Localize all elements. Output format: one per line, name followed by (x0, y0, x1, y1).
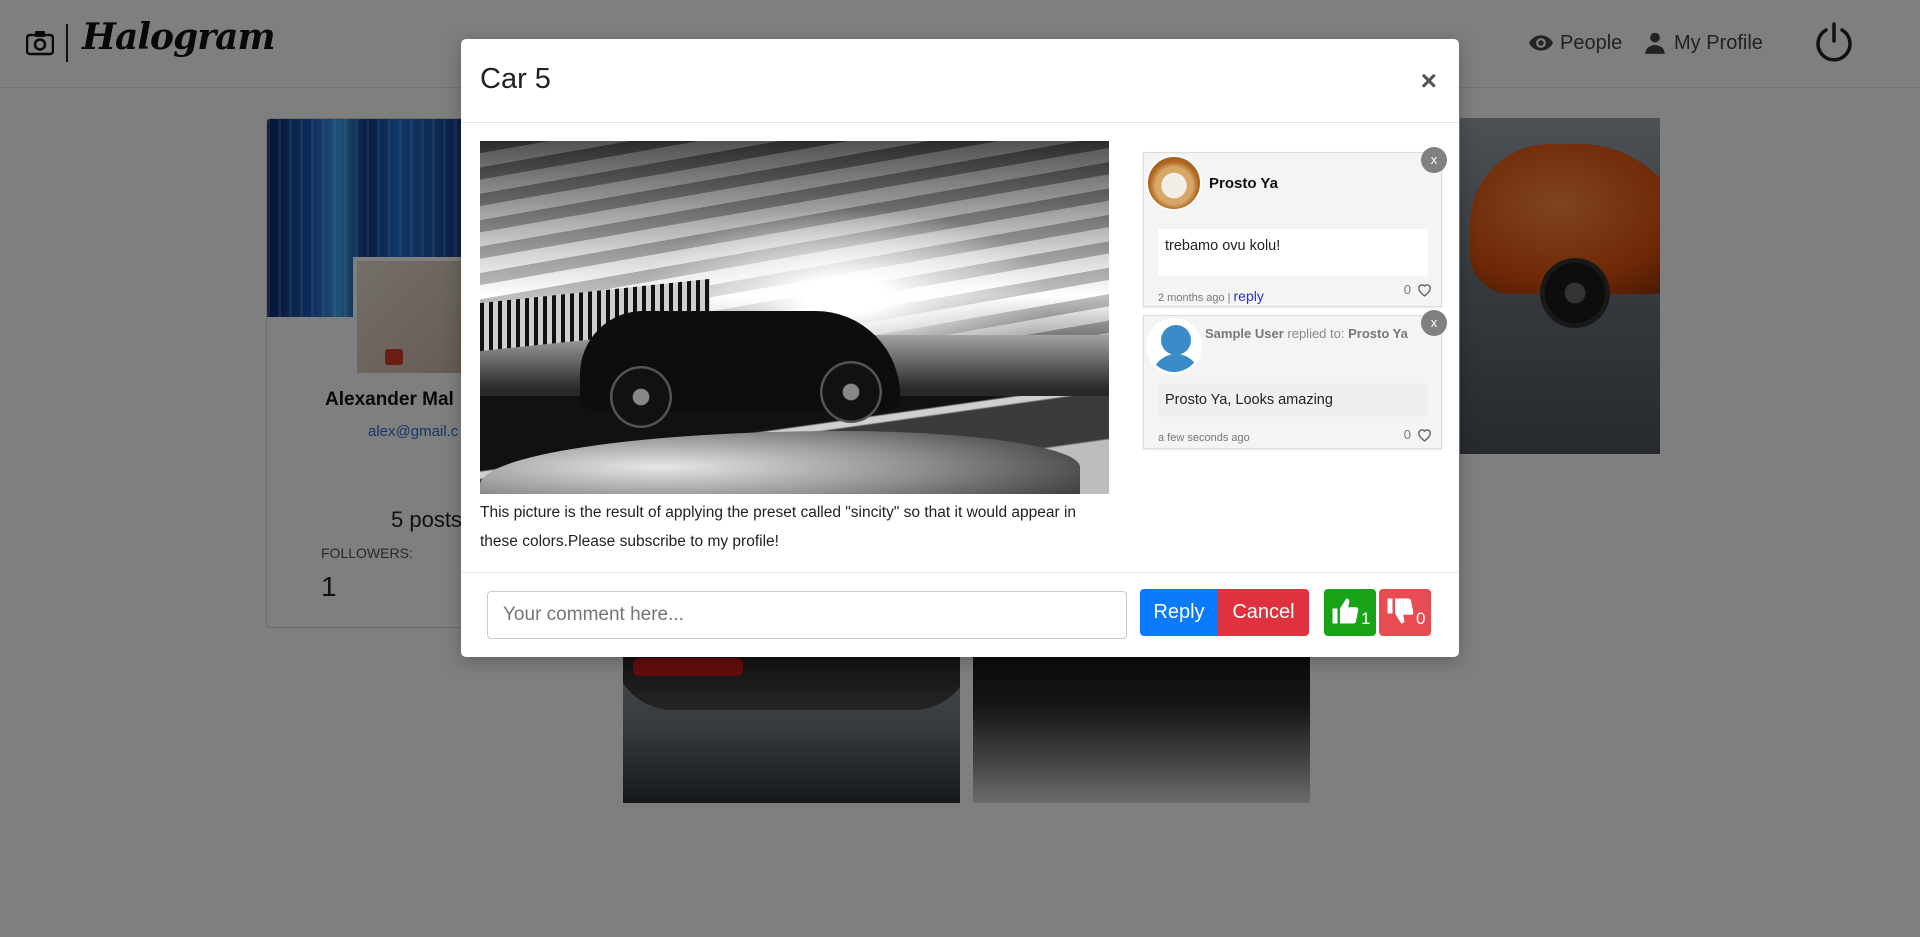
post-photo (480, 141, 1109, 494)
comment-author[interactable]: Sample User (1205, 326, 1284, 341)
comments-list: x Prosto Ya trebamo ovu kolu! 2 months a… (1143, 147, 1447, 457)
modal-header: Car 5 × (461, 39, 1459, 123)
comment-timestamp: 2 months ago (1158, 292, 1225, 304)
comment-text: trebamo ovu kolu! (1158, 229, 1428, 276)
thumbs-up-icon (1332, 598, 1359, 624)
comment-timestamp: a few seconds ago (1158, 432, 1250, 444)
comment-meta: 2 months ago | reply (1158, 288, 1264, 304)
comment-reply-header: Sample User replied to: Prosto Ya (1205, 326, 1408, 341)
comment-author[interactable]: Prosto Ya (1209, 175, 1278, 192)
replied-to-author[interactable]: Prosto Ya (1348, 326, 1408, 341)
comment-avatar[interactable] (1146, 155, 1202, 211)
dislike-count: 0 (1416, 609, 1426, 628)
comment-meta-separator: | (1227, 292, 1231, 304)
post-caption: This picture is the result of applying t… (480, 504, 1077, 550)
modal-title: Car 5 (480, 63, 551, 95)
comment-item: x Sample User replied to: Prosto Ya Pros… (1143, 310, 1447, 449)
heart-icon[interactable] (1416, 426, 1433, 443)
thumbs-down-icon (1387, 598, 1414, 624)
like-count: 1 (1361, 609, 1371, 628)
comment-reply-link[interactable]: reply (1234, 288, 1264, 304)
comment-likes: 0 (1404, 426, 1433, 443)
modal-footer: Reply Cancel 1 0 (461, 572, 1459, 657)
comment-like-count: 0 (1403, 427, 1411, 442)
reply-button[interactable]: Reply (1140, 589, 1218, 636)
comment-text: Prosto Ya, Looks amazing (1158, 383, 1428, 417)
like-button[interactable]: 1 (1324, 589, 1376, 636)
replied-to-label: replied to: (1287, 326, 1345, 341)
cancel-button[interactable]: Cancel (1218, 589, 1309, 636)
comment-like-count: 0 (1403, 282, 1411, 297)
close-icon[interactable]: × (1421, 67, 1437, 95)
post-modal: Car 5 × This picture is the result of ap… (461, 39, 1459, 657)
comment-input[interactable] (487, 591, 1127, 639)
delete-comment-button[interactable]: x (1421, 147, 1447, 173)
comment-avatar[interactable] (1146, 318, 1202, 374)
delete-comment-button[interactable]: x (1421, 310, 1447, 336)
heart-icon[interactable] (1416, 281, 1433, 298)
comment-likes: 0 (1404, 281, 1433, 298)
dislike-button[interactable]: 0 (1379, 589, 1431, 636)
comment-item: x Prosto Ya trebamo ovu kolu! 2 months a… (1143, 147, 1447, 307)
